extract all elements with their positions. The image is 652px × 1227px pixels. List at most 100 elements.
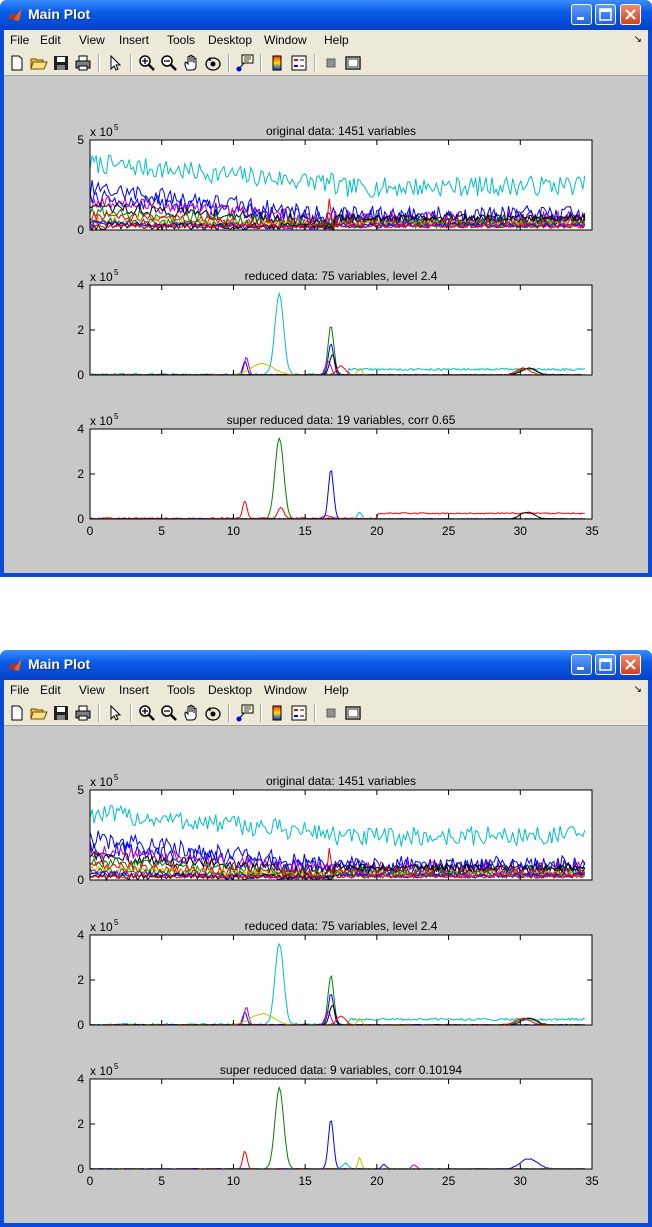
minimize-button[interactable] (571, 654, 592, 675)
y-tick-label: 0 (77, 873, 84, 887)
menu-view[interactable]: View (79, 33, 105, 47)
close-button[interactable] (620, 4, 641, 25)
show-plot-tools-icon[interactable] (344, 54, 362, 72)
axes-background[interactable] (90, 935, 592, 1025)
new-figure-icon[interactable] (8, 54, 26, 72)
menu-help[interactable]: Help (324, 683, 349, 697)
menu-file[interactable]: File (10, 33, 29, 47)
menu-dock-arrow-icon[interactable]: ↘ (634, 684, 642, 695)
y-tick-label: 0 (77, 368, 84, 382)
y-exponent-power: 5 (114, 918, 119, 927)
plot-area: original data: 1451 variables x 10 5 0 5 red… (4, 76, 648, 573)
rotate-3d-icon[interactable] (204, 54, 222, 72)
figure-canvas: original data: 1451 variablesx 10 505 red… (77, 773, 599, 1188)
x-tick-label: 25 (442, 524, 456, 538)
data-cursor-icon[interactable] (236, 704, 254, 722)
y-tick-label: 5 (77, 133, 84, 147)
colorbar-icon[interactable] (268, 704, 286, 722)
show-plot-tools-icon[interactable] (344, 704, 362, 722)
axes-background[interactable] (90, 285, 592, 375)
zoom-in-icon[interactable] (138, 704, 156, 722)
figure-client-area: File Edit View Insert Tools Desktop Wind… (4, 680, 648, 1223)
menu-window[interactable]: Window (264, 683, 307, 697)
subplot-reduced[interactable]: reduced data: 75 variables, level 2.4 x 1… (77, 918, 593, 1032)
title-bar[interactable]: Main Plot (0, 0, 652, 30)
menu-window[interactable]: Window (264, 33, 307, 47)
arrow-pointer-icon[interactable] (106, 54, 124, 72)
zoom-out-icon[interactable] (160, 54, 178, 72)
save-icon[interactable] (52, 704, 70, 722)
menu-desktop[interactable]: Desktop (208, 683, 252, 697)
axes-background[interactable] (90, 1079, 592, 1169)
menu-file[interactable]: File (10, 683, 29, 697)
y-exponent-power: 5 (114, 773, 119, 782)
y-exponent-power: 5 (114, 123, 119, 132)
pan-hand-icon[interactable] (182, 704, 200, 722)
close-icon (625, 659, 636, 670)
menu-view[interactable]: View (79, 683, 105, 697)
menu-edit[interactable]: Edit (40, 33, 61, 47)
hide-plot-tools-icon[interactable] (322, 704, 340, 722)
y-tick-label: 0 (77, 223, 84, 237)
menu-insert[interactable]: Insert (119, 683, 149, 697)
zoom-in-icon[interactable] (138, 54, 156, 72)
toolbar-separator (228, 54, 230, 72)
x-tick-label: 30 (514, 1174, 528, 1188)
x-tick-label: 25 (442, 1174, 456, 1188)
subplot-original[interactable]: original data: 1451 variablesx 10 505 (77, 773, 593, 887)
menu-tools[interactable]: Tools (167, 33, 195, 47)
y-tick-label: 4 (77, 1072, 84, 1086)
y-tick-label: 4 (77, 278, 84, 292)
open-file-icon[interactable] (30, 704, 48, 722)
minimize-button[interactable] (571, 4, 592, 25)
open-file-icon[interactable] (30, 54, 48, 72)
new-figure-icon[interactable] (8, 704, 26, 722)
x-tick-label: 10 (227, 524, 241, 538)
colorbar-icon[interactable] (268, 54, 286, 72)
print-icon[interactable] (74, 54, 92, 72)
hide-plot-tools-icon[interactable] (322, 54, 340, 72)
subplot-title: original data: 1451 variables (266, 774, 416, 788)
legend-icon[interactable] (290, 54, 308, 72)
subplot-reduced[interactable]: reduced data: 75 variables, level 2.4 x 1… (77, 268, 593, 382)
title-bar[interactable]: Main Plot (0, 650, 652, 680)
menu-insert[interactable]: Insert (119, 33, 149, 47)
maximize-button[interactable] (595, 4, 616, 25)
x-tick-label: 5 (158, 1174, 165, 1188)
menu-edit[interactable]: Edit (40, 683, 61, 697)
arrow-pointer-icon[interactable] (106, 704, 124, 722)
rotate-3d-icon[interactable] (204, 704, 222, 722)
toolbar-separator (130, 54, 132, 72)
data-cursor-icon[interactable] (236, 54, 254, 72)
x-tick-label: 20 (370, 524, 384, 538)
y-exponent-power: 5 (114, 1062, 119, 1071)
legend-icon[interactable] (290, 704, 308, 722)
menu-desktop[interactable]: Desktop (208, 33, 252, 47)
minimize-icon (577, 667, 584, 670)
figure-canvas: original data: 1451 variablesx 10 505 red… (77, 123, 599, 538)
axes-background[interactable] (90, 429, 592, 519)
save-icon[interactable] (52, 54, 70, 72)
subplot-original[interactable]: original data: 1451 variablesx 10 505 (77, 123, 593, 237)
y-exponent-label: x 10 (90, 270, 113, 284)
pan-hand-icon[interactable] (182, 54, 200, 72)
subplot-super-reduced[interactable]: super reduced data: 19 variables, corr 0… (77, 412, 599, 538)
maximize-icon (599, 8, 612, 21)
print-icon[interactable] (74, 704, 92, 722)
close-button[interactable] (620, 654, 641, 675)
figure-toolbar (4, 50, 648, 76)
maximize-icon (599, 658, 612, 671)
subplot-super-reduced[interactable]: super reduced data: 9 variables, corr 0.… (77, 1062, 599, 1188)
zoom-out-icon[interactable] (160, 704, 178, 722)
toolbar-separator (228, 704, 230, 722)
toolbar-separator (98, 54, 100, 72)
y-tick-label: 0 (77, 1162, 84, 1176)
maximize-button[interactable] (595, 654, 616, 675)
subplot-title: super reduced data: 9 variables, corr 0.… (220, 1063, 462, 1077)
menu-help[interactable]: Help (324, 33, 349, 47)
menu-tools[interactable]: Tools (167, 683, 195, 697)
menu-dock-arrow-icon[interactable]: ↘ (634, 34, 642, 45)
menu-bar: File Edit View Insert Tools Desktop Wind… (4, 30, 648, 50)
x-tick-label: 35 (585, 524, 599, 538)
close-icon (625, 9, 636, 20)
